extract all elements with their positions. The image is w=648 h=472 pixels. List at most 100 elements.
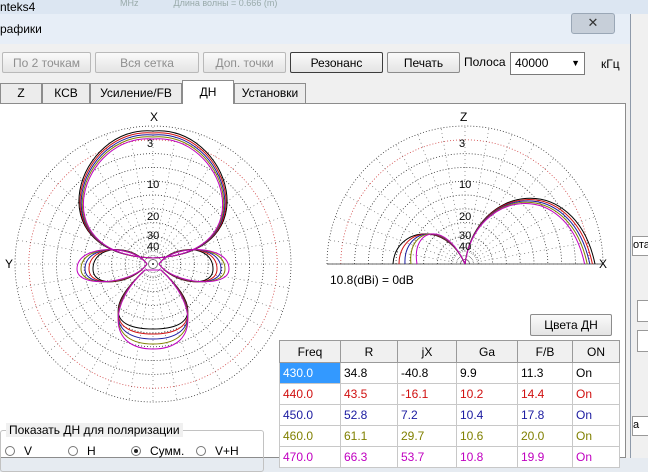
grid-spoke	[128, 263, 154, 400]
cell-fb[interactable]: 20.0	[517, 425, 573, 447]
side-lobe-curve	[92, 249, 148, 283]
background-text: MHz Длина волны = 0.666 (m)	[120, 0, 278, 8]
table-row[interactable]: 430.0 34.8 -40.8 9.9 11.3 On	[279, 362, 620, 384]
cell-jx[interactable]: 53.7	[397, 446, 457, 468]
grid-spoke	[17, 239, 154, 265]
cell-jx[interactable]: 29.7	[397, 425, 457, 447]
cell-fb[interactable]: 17.8	[517, 404, 573, 426]
cell-ga[interactable]: 10.8	[456, 446, 518, 468]
grid-spoke	[464, 158, 554, 265]
print-button[interactable]: Печать	[387, 52, 460, 73]
table-row[interactable]: 450.0 52.8 7.2 10.4 17.8 On	[279, 404, 620, 426]
radio-sum-circle[interactable]	[131, 446, 141, 456]
back-lobe-curve	[117, 269, 189, 350]
grid-spoke	[152, 263, 242, 370]
cell-ga[interactable]: 9.9	[456, 362, 518, 384]
resonance-button[interactable]: Резонанс	[290, 52, 383, 73]
grid-spoke	[359, 175, 466, 265]
grid-spoke	[329, 239, 466, 265]
grid-spoke	[152, 263, 178, 400]
cell-fb[interactable]: 19.9	[517, 446, 573, 468]
cell-ga[interactable]: 10.6	[456, 425, 518, 447]
cell-on[interactable]: On	[572, 425, 620, 447]
cell-fb[interactable]: 11.3	[517, 362, 573, 384]
tab-z[interactable]: Z	[0, 83, 42, 103]
ring-label: 40	[459, 241, 471, 253]
cell-r[interactable]: 34.8	[340, 362, 398, 384]
cell-on[interactable]: On	[572, 362, 620, 384]
cell-ga[interactable]: 10.4	[456, 404, 518, 426]
gain-note: 10.8(dBi) = 0dB	[330, 273, 414, 287]
cell-freq[interactable]: 440.0	[279, 383, 341, 405]
background-field-2: а за	[632, 416, 648, 436]
cell-on[interactable]: On	[572, 383, 620, 405]
column-header-fb[interactable]: F/B	[517, 340, 573, 363]
cell-r[interactable]: 66.3	[340, 446, 398, 468]
background-field-1: ота	[632, 236, 648, 256]
radio-h-circle[interactable]	[68, 446, 78, 456]
whole-grid-button[interactable]: Вся сетка	[95, 52, 199, 73]
table-row[interactable]: 470.0 66.3 53.7 10.8 19.9 On	[279, 446, 620, 468]
radio-vh-circle[interactable]	[196, 446, 206, 456]
cell-fb[interactable]: 14.4	[517, 383, 573, 405]
tab-swr[interactable]: КСВ	[42, 83, 90, 103]
side-lobe-curve	[158, 249, 226, 283]
grid-spoke	[152, 134, 201, 265]
elevation-back-curve	[392, 233, 466, 265]
column-header-ga[interactable]: Ga	[456, 340, 518, 363]
tab-settings[interactable]: Установки	[234, 83, 306, 103]
elevation-curve	[464, 200, 591, 265]
ring-label: 3	[459, 138, 465, 150]
band-label: Полоса	[464, 55, 506, 69]
cell-freq[interactable]: 470.0	[279, 446, 341, 468]
grid-spoke	[152, 239, 289, 265]
table-row[interactable]: 440.0 43.5 -16.1 10.2 14.4 On	[279, 383, 620, 405]
pattern-colors-button[interactable]: Цвета ДН	[530, 314, 612, 336]
two-points-button[interactable]: По 2 точкам	[2, 52, 91, 73]
dialog-title-bar	[0, 14, 630, 44]
column-header-on[interactable]: ON	[572, 340, 620, 363]
cell-freq[interactable]: 460.0	[279, 425, 341, 447]
column-header-freq[interactable]: Freq	[279, 340, 341, 363]
cell-jx[interactable]: -40.8	[397, 362, 457, 384]
cell-on[interactable]: On	[572, 404, 620, 426]
cell-on[interactable]: On	[572, 446, 620, 468]
grid-spoke	[464, 175, 571, 265]
ring-label: 20	[147, 211, 159, 223]
app-title: nteks4	[0, 0, 36, 14]
ring-label: 20	[459, 211, 471, 223]
azimuth-pattern-plot: X Y 310203040	[5, 110, 292, 403]
cell-r[interactable]: 52.8	[340, 404, 398, 426]
elevation-pattern-plot: Z X 310203040	[326, 110, 607, 271]
dialog-title: рафики	[0, 22, 42, 36]
table-row[interactable]: 460.0 61.1 29.7 10.6 20.0 On	[279, 425, 620, 447]
side-lobe-curve	[80, 249, 148, 283]
cell-r[interactable]: 43.5	[340, 383, 398, 405]
side-lobe-curve	[158, 249, 214, 283]
cell-freq[interactable]: 450.0	[279, 404, 341, 426]
radio-vh-label: V+H	[215, 444, 239, 458]
tab-pattern[interactable]: ДН	[182, 80, 234, 104]
cell-r[interactable]: 61.1	[340, 425, 398, 447]
app-title-bar	[0, 0, 648, 15]
radio-v-circle[interactable]	[5, 446, 15, 456]
cell-jx[interactable]: 7.2	[397, 404, 457, 426]
extra-points-button[interactable]: Доп. точки	[203, 52, 286, 73]
elevation-curve	[464, 201, 588, 265]
ring-label: 3	[147, 138, 153, 150]
column-header-jx[interactable]: jX	[397, 340, 457, 363]
close-icon[interactable]: ✕	[571, 13, 615, 34]
grid-spoke	[152, 263, 283, 312]
cell-ga[interactable]: 10.2	[456, 383, 518, 405]
cell-jx[interactable]: -16.1	[397, 383, 457, 405]
column-header-r[interactable]: R	[340, 340, 398, 363]
band-select[interactable]: 40000 ▼	[510, 52, 585, 75]
grid-spoke	[152, 216, 283, 265]
z-axis-label: Z	[460, 110, 467, 124]
elevation-curve	[464, 199, 593, 265]
cell-freq[interactable]: 430.0	[279, 362, 341, 384]
tab-gain-fb[interactable]: Усиление/FB	[90, 83, 182, 103]
grid-spoke	[23, 216, 154, 265]
azimuth-polar-grid	[14, 125, 292, 403]
radio-v-label: V	[24, 444, 33, 458]
